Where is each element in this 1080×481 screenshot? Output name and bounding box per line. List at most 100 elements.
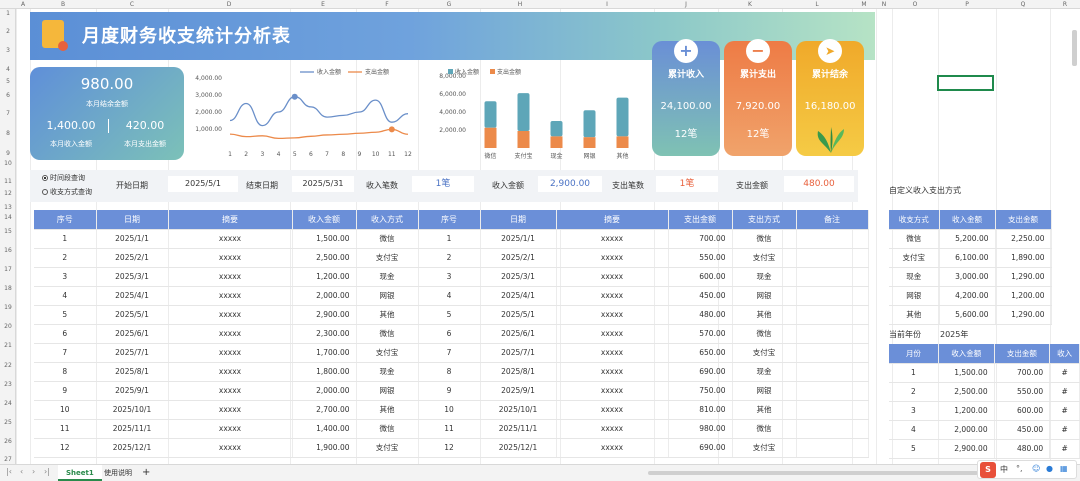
- vertical-scrollbar[interactable]: [1072, 30, 1077, 66]
- table-cell[interactable]: 10: [418, 400, 481, 420]
- table-cell[interactable]: 2025/11/1: [480, 419, 557, 439]
- column-header-cell[interactable]: 支出金额: [994, 344, 1051, 364]
- table-cell[interactable]: 2025/6/1: [480, 324, 557, 344]
- table-cell[interactable]: xxxxx: [168, 229, 293, 249]
- table-cell[interactable]: 网银: [356, 381, 419, 401]
- table-cell[interactable]: 现金: [356, 267, 419, 287]
- column-header[interactable]: M: [852, 0, 876, 9]
- table-cell[interactable]: 1: [34, 229, 97, 249]
- table-cell[interactable]: 10: [34, 400, 97, 420]
- table-cell[interactable]: [796, 362, 869, 382]
- table-cell[interactable]: #: [1049, 439, 1080, 459]
- table-cell[interactable]: 2,700.00: [292, 400, 357, 420]
- table-cell[interactable]: 480.00: [994, 439, 1051, 459]
- table-cell[interactable]: [796, 267, 869, 287]
- table-cell[interactable]: 微信: [889, 229, 940, 249]
- column-header[interactable]: H: [480, 0, 560, 9]
- table-cell[interactable]: 现金: [732, 267, 797, 287]
- table-cell[interactable]: 600.00: [994, 401, 1051, 421]
- table-cell[interactable]: 其他: [356, 305, 419, 325]
- table-cell[interactable]: 2,300.00: [292, 324, 357, 344]
- prev-sheet-icon[interactable]: ‹: [20, 467, 23, 476]
- table-cell[interactable]: 2025/3/1: [96, 267, 169, 287]
- table-cell[interactable]: 7: [418, 343, 481, 363]
- table-cell[interactable]: 2,900.00: [938, 439, 995, 459]
- table-cell[interactable]: 600.00: [668, 267, 733, 287]
- table-cell[interactable]: xxxxx: [168, 362, 293, 382]
- table-cell[interactable]: 网银: [732, 381, 797, 401]
- row-header[interactable]: 1: [0, 10, 16, 17]
- column-header[interactable]: P: [938, 0, 996, 9]
- table-cell[interactable]: 550.00: [994, 382, 1051, 402]
- table-cell[interactable]: 1,290.00: [995, 305, 1052, 325]
- table-cell[interactable]: 2,500.00: [292, 248, 357, 268]
- table-cell[interactable]: 690.00: [668, 362, 733, 382]
- table-cell[interactable]: 1,500.00: [292, 229, 357, 249]
- table-cell[interactable]: 3: [418, 267, 481, 287]
- column-header-cell[interactable]: 序号: [34, 210, 97, 230]
- next-sheet-icon[interactable]: ›: [32, 467, 35, 476]
- row-header[interactable]: 12: [0, 190, 16, 197]
- row-header[interactable]: 26: [0, 438, 16, 445]
- column-header[interactable]: J: [654, 0, 718, 9]
- table-cell[interactable]: 1,900.00: [292, 438, 357, 458]
- table-cell[interactable]: 11: [418, 419, 481, 439]
- income-amount-cell[interactable]: 2,900.00: [538, 176, 602, 192]
- table-cell[interactable]: 3,000.00: [939, 267, 996, 287]
- table-cell[interactable]: 2: [34, 248, 97, 268]
- sogou-icon[interactable]: S: [980, 462, 996, 478]
- table-cell[interactable]: xxxxx: [168, 305, 293, 325]
- column-header-cell[interactable]: 收入方式: [356, 210, 419, 230]
- income-count-cell[interactable]: 1笔: [412, 176, 474, 192]
- table-cell[interactable]: 现金: [889, 267, 940, 287]
- table-cell[interactable]: 1,890.00: [995, 248, 1052, 268]
- column-header-cell[interactable]: 收支方式: [889, 210, 940, 230]
- table-cell[interactable]: 支付宝: [732, 343, 797, 363]
- column-header[interactable]: N: [876, 0, 892, 9]
- table-cell[interactable]: 2025/6/1: [96, 324, 169, 344]
- row-header[interactable]: 4: [0, 66, 16, 73]
- column-header[interactable]: F: [356, 0, 418, 9]
- column-header[interactable]: D: [168, 0, 290, 9]
- column-header-cell[interactable]: 支出金额: [995, 210, 1052, 230]
- table-cell[interactable]: 750.00: [668, 381, 733, 401]
- table-cell[interactable]: [796, 229, 869, 249]
- table-cell[interactable]: 现金: [732, 362, 797, 382]
- table-cell[interactable]: xxxxx: [168, 267, 293, 287]
- table-cell[interactable]: 1: [418, 229, 481, 249]
- table-cell[interactable]: 2025/4/1: [480, 286, 557, 306]
- table-cell[interactable]: 2025/10/1: [96, 400, 169, 420]
- table-cell[interactable]: 1,200.00: [292, 267, 357, 287]
- last-sheet-icon[interactable]: ›|: [44, 467, 50, 476]
- table-cell[interactable]: xxxxx: [556, 286, 669, 306]
- table-cell[interactable]: 2025/1/1: [96, 229, 169, 249]
- table-cell[interactable]: 810.00: [668, 400, 733, 420]
- table-cell[interactable]: 2: [418, 248, 481, 268]
- row-header[interactable]: 24: [0, 400, 16, 407]
- row-header[interactable]: 22: [0, 362, 16, 369]
- end-date-cell[interactable]: 2025/5/31: [292, 176, 354, 192]
- table-cell[interactable]: 5: [889, 439, 939, 459]
- table-cell[interactable]: 650.00: [668, 343, 733, 363]
- row-header[interactable]: 2: [0, 28, 16, 35]
- add-sheet-button[interactable]: +: [134, 465, 158, 481]
- row-header[interactable]: 20: [0, 323, 16, 330]
- table-cell[interactable]: xxxxx: [556, 229, 669, 249]
- table-cell[interactable]: 微信: [356, 229, 419, 249]
- table-cell[interactable]: 2025/3/1: [480, 267, 557, 287]
- table-cell[interactable]: 2025/5/1: [96, 305, 169, 325]
- table-cell[interactable]: 12: [34, 438, 97, 458]
- table-cell[interactable]: xxxxx: [168, 343, 293, 363]
- column-header[interactable]: O: [892, 0, 938, 9]
- table-cell[interactable]: 4: [418, 286, 481, 306]
- table-cell[interactable]: 2,000.00: [292, 286, 357, 306]
- table-cell[interactable]: 5: [418, 305, 481, 325]
- table-cell[interactable]: 支付宝: [732, 438, 797, 458]
- table-cell[interactable]: 2,500.00: [938, 382, 995, 402]
- table-cell[interactable]: 2025/5/1: [480, 305, 557, 325]
- column-header-cell[interactable]: 日期: [480, 210, 557, 230]
- table-cell[interactable]: xxxxx: [168, 438, 293, 458]
- table-cell[interactable]: 2025/8/1: [96, 362, 169, 382]
- row-header[interactable]: 15: [0, 228, 16, 235]
- table-cell[interactable]: 2025/9/1: [96, 381, 169, 401]
